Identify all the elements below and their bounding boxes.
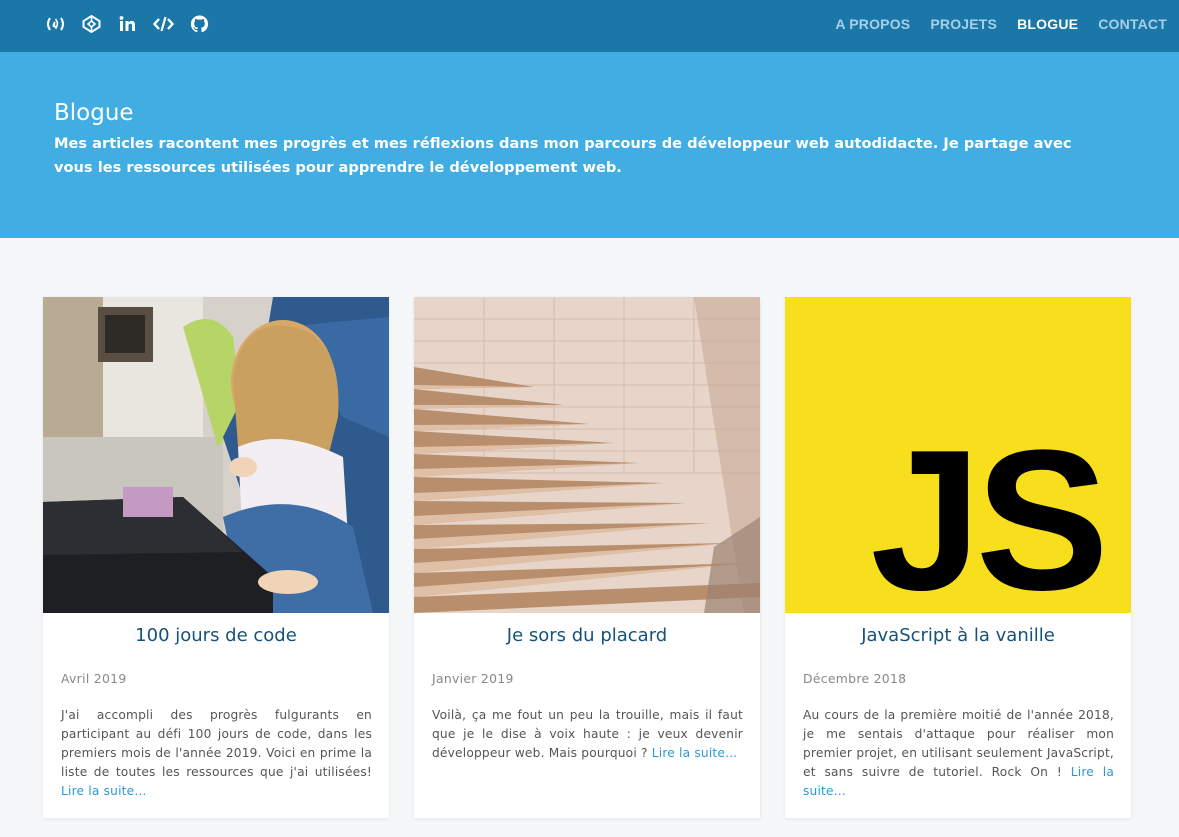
blog-card-100-jours[interactable]: 100 jours de code Avril 2019 J'ai accomp…: [43, 297, 389, 818]
codepen-icon: [82, 14, 101, 34]
freecodecamp-link[interactable]: [45, 14, 66, 34]
hero-banner: Blogue Mes articles racontent mes progrè…: [0, 52, 1179, 238]
child-laptop-photo: [43, 297, 389, 613]
page-title: Blogue: [54, 100, 134, 126]
blog-card-javascript[interactable]: JS JavaScript à la vanille Décembre 2018…: [785, 297, 1131, 818]
top-navbar: A PROPOS PROJETS BLOGUE CONTACT: [0, 0, 1179, 52]
blog-card-placard[interactable]: Je sors du placard Janvier 2019 Voilà, ç…: [414, 297, 760, 818]
nav-contact[interactable]: CONTACT: [1098, 16, 1167, 32]
card-image[interactable]: [43, 297, 389, 613]
hero-description: Mes articles racontent mes progrès et me…: [54, 135, 1072, 176]
card-image[interactable]: [414, 297, 760, 613]
card-image[interactable]: JS: [785, 297, 1131, 613]
codepen-link[interactable]: [81, 14, 102, 34]
github-link[interactable]: [189, 14, 210, 34]
card-excerpt: J'ai accompli des progrès fulgurants en …: [61, 706, 372, 801]
nav-projets[interactable]: PROJETS: [930, 16, 997, 32]
read-more-link[interactable]: Lire la suite...: [61, 784, 147, 798]
read-more-link[interactable]: Lire la suite...: [652, 746, 738, 760]
social-links: [45, 14, 210, 34]
javascript-logo: JS: [785, 297, 1131, 613]
nav-blogue[interactable]: BLOGUE: [1017, 16, 1078, 32]
card-date: Avril 2019: [61, 671, 127, 686]
code-link[interactable]: [153, 14, 174, 34]
js-logo-text: JS: [870, 409, 1103, 613]
linkedin-icon: [119, 16, 135, 31]
card-excerpt-text: Au cours de la première moitié de l'anné…: [803, 708, 1114, 779]
card-title[interactable]: 100 jours de code: [43, 625, 389, 646]
github-icon: [190, 15, 209, 33]
card-date: Janvier 2019: [432, 671, 514, 686]
stairs-photo: [414, 297, 760, 613]
code-icon: [153, 16, 174, 32]
card-excerpt: Au cours de la première moitié de l'anné…: [803, 706, 1114, 801]
nav-a-propos[interactable]: A PROPOS: [835, 16, 910, 32]
card-title[interactable]: Je sors du placard: [414, 625, 760, 646]
card-date: Décembre 2018: [803, 671, 907, 686]
card-title[interactable]: JavaScript à la vanille: [785, 625, 1131, 646]
card-excerpt-text: J'ai accompli des progrès fulgurants en …: [61, 708, 372, 779]
freecodecamp-icon: [47, 17, 64, 31]
linkedin-link[interactable]: [117, 14, 138, 34]
main-nav: A PROPOS PROJETS BLOGUE CONTACT: [835, 16, 1167, 32]
card-excerpt: Voilà, ça me fout un peu la trouille, ma…: [432, 706, 743, 763]
